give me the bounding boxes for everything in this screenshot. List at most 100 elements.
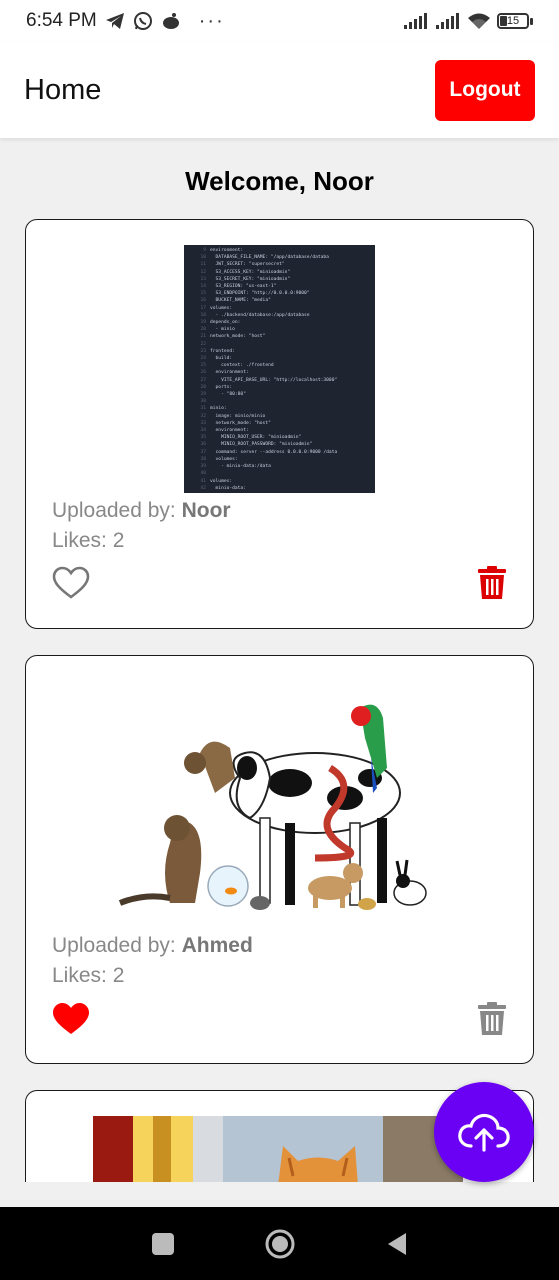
code-text: environment: DATABASE_FILE_NAME: "/app/d…: [210, 245, 375, 493]
code-line: minio:: [210, 406, 227, 412]
code-line: - minio-data:/data: [210, 464, 271, 470]
post-image[interactable]: [93, 1116, 463, 1182]
likes-count: Likes: 2: [52, 964, 125, 987]
post-image[interactable]: [115, 698, 445, 920]
welcome-heading: Welcome, Noor: [185, 166, 374, 196]
code-line: environment:: [210, 248, 244, 253]
code-line-number: 26: [200, 370, 206, 376]
code-line-number: 23: [200, 348, 206, 354]
code-line-number: 40: [200, 471, 206, 477]
code-line-number: 28: [200, 384, 206, 390]
uploaded-by-label: Uploaded by:: [52, 499, 176, 522]
code-line-number: 30: [200, 399, 206, 405]
code-line-number: 34: [200, 428, 206, 434]
code-line-number: 37: [200, 449, 206, 455]
code-line-number: 24: [200, 356, 206, 362]
app-bar: Home Logout: [0, 42, 559, 138]
code-line: environment:: [210, 428, 249, 434]
code-line-number: 27: [200, 377, 206, 383]
cloud-upload-icon: [458, 1113, 510, 1152]
code-line-number: 11: [200, 262, 206, 268]
code-line-number: 20: [200, 327, 206, 333]
code-line-number: 22: [200, 341, 206, 347]
code-line: volumes:: [210, 478, 233, 484]
code-line-number: 17: [200, 305, 206, 311]
code-line-number: 18: [200, 312, 206, 318]
code-line-numbers: 9 10 11 12 13 14 15 16 17 18 19 20 21 22 23 24 25 26 27 28 2…: [184, 245, 210, 493]
code-line: ports:: [210, 384, 233, 390]
code-line-number: 31: [200, 406, 206, 412]
code-line-number: 10: [200, 255, 206, 261]
upload-button[interactable]: [434, 1082, 534, 1182]
code-line-number: 21: [200, 334, 206, 340]
code-line: image: minio/minio: [210, 413, 266, 419]
code-line-number: 42: [200, 485, 206, 491]
recents-button[interactable]: [151, 1232, 174, 1255]
code-line-number: 16: [200, 298, 206, 304]
home-button[interactable]: [264, 1228, 296, 1260]
app-icon: [162, 13, 179, 29]
code-line-number: 19: [200, 320, 206, 326]
whatsapp-icon: [133, 12, 152, 30]
code-line: MINIO_ROOT_USER: "minioadmin": [210, 435, 302, 441]
code-line: MINIO_ROOT_PASSWORD: "minioadmin": [210, 442, 313, 448]
system-nav-bar: [0, 1207, 559, 1280]
code-line-number: 25: [200, 363, 206, 369]
code-line: S3_SECRET_KEY: "minioadmin": [210, 276, 291, 282]
heart-filled-icon[interactable]: [52, 1002, 90, 1036]
code-line-number: 12: [200, 269, 206, 275]
likes-count: Likes: 2: [52, 529, 125, 552]
uploaded-by: Uploaded by: Noor: [52, 499, 231, 523]
signal-icon: [404, 13, 427, 29]
code-line-number: 39: [200, 464, 206, 470]
heart-outline-icon[interactable]: [52, 566, 90, 600]
post-card: Uploaded by: Ahmed Likes: 2: [25, 655, 534, 1064]
code-line: - "80:80": [210, 392, 246, 398]
code-line-number: 41: [200, 478, 206, 484]
code-line: BUCKET_NAME: "media": [210, 298, 271, 304]
back-button[interactable]: [386, 1231, 408, 1257]
status-bar: 6:54 PM ··· 15: [0, 0, 559, 42]
code-line-number: 9: [203, 248, 206, 253]
battery-level: 15: [506, 15, 520, 27]
code-line: S3_REGION: "us-east-1": [210, 284, 277, 290]
wifi-icon: [468, 13, 490, 29]
code-line-number: 29: [200, 392, 206, 398]
telegram-icon: [105, 13, 124, 29]
code-line: command: server --address 0.0.0.0:9000 /…: [210, 449, 338, 455]
code-line: build:: [210, 356, 233, 362]
more-icon: ···: [198, 9, 225, 32]
code-line: context: ./frontend: [210, 363, 274, 369]
code-line: network_mode: "host": [210, 420, 271, 426]
code-line: JWT_SECRET: "supersecret": [210, 262, 285, 268]
logout-button[interactable]: Logout: [435, 59, 535, 121]
trash-icon[interactable]: [477, 1002, 507, 1036]
code-line-number: 33: [200, 420, 206, 426]
code-line: environment:: [210, 370, 249, 376]
code-line: depends_on:: [210, 320, 241, 326]
trash-icon[interactable]: [477, 566, 507, 600]
page-title: Home: [24, 73, 102, 106]
code-line: S3_ACCESS_KEY: "minioadmin": [210, 269, 291, 275]
code-line: DATABASE_FILE_NAME: "/app/database/datab…: [210, 255, 329, 261]
post-image[interactable]: 9 10 11 12 13 14 15 16 17 18 19 20 21 22 23 24 25 26 27 28 2…: [184, 245, 375, 493]
uploaded-by-label: Uploaded by:: [52, 934, 176, 957]
signal-icon: [436, 13, 459, 29]
uploaded-by: Uploaded by: Ahmed: [52, 934, 253, 958]
code-line: volumes:: [210, 456, 238, 462]
code-line-number: 36: [200, 442, 206, 448]
uploader-name: Ahmed: [181, 934, 253, 957]
battery-icon: 15: [497, 13, 533, 29]
post-card: 9 10 11 12 13 14 15 16 17 18 19 20 21 22 23 24 25 26 27 28 2…: [25, 219, 534, 629]
code-line: minio-data:: [210, 485, 246, 491]
code-line-number: 32: [200, 413, 206, 419]
code-line: VITE_API_BASE_URL: "http://localhost:300…: [210, 377, 338, 383]
code-line-number: 13: [200, 276, 206, 282]
code-line: frontend:: [210, 348, 235, 354]
code-line-number: 15: [200, 291, 206, 297]
code-line-number: 38: [200, 456, 206, 462]
code-line: S3_ENDPOINT: "http://0.0.0.0:9000": [210, 291, 310, 297]
